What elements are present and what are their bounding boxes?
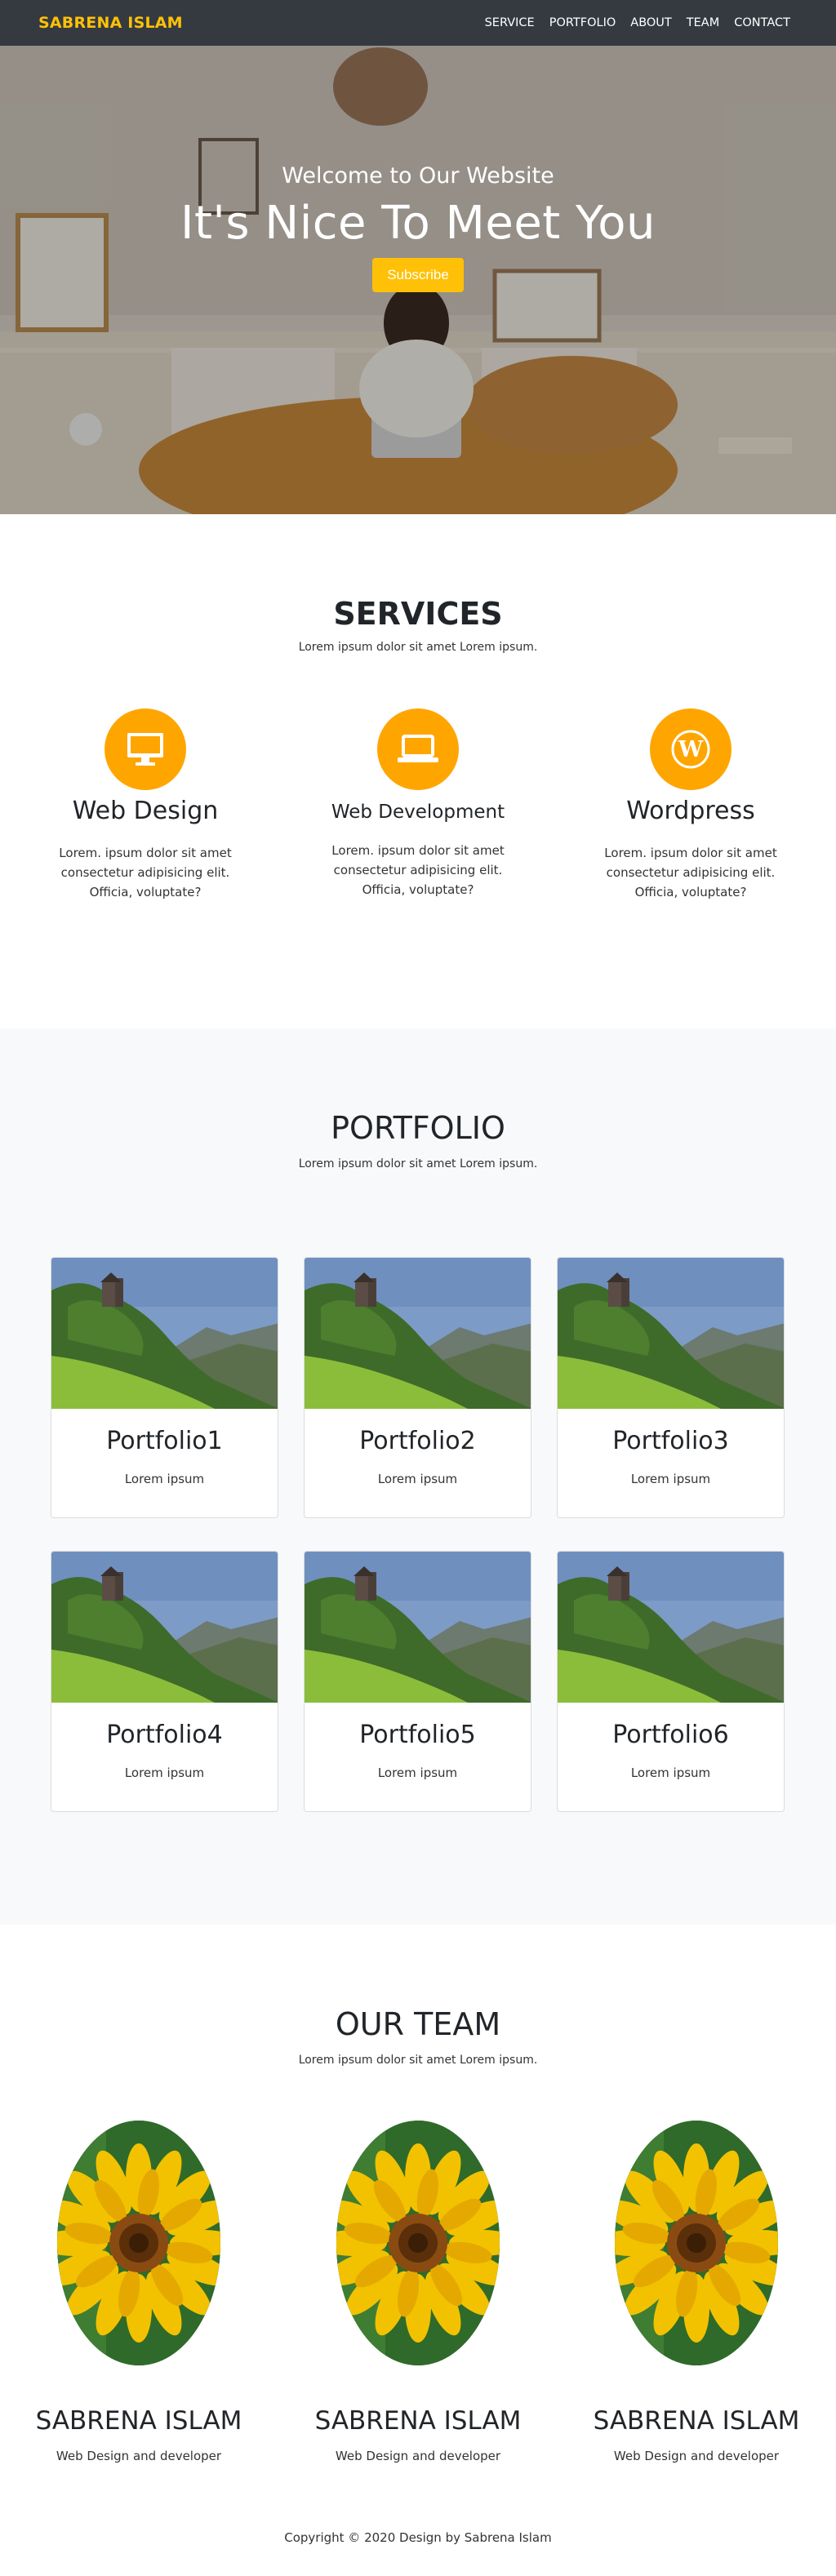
portfolio-card-text: Lorem ipsum (124, 1472, 205, 1486)
portfolio-card[interactable]: Portfolio6 Lorem ipsum (557, 1551, 785, 1812)
portfolio-card[interactable]: Portfolio1 Lorem ipsum (51, 1257, 278, 1518)
brand-logo[interactable]: SABRENA ISLAM (38, 14, 183, 32)
team-member: SABRENA ISLAM Web Design and developer (296, 2121, 540, 2463)
laptop-icon (377, 708, 459, 790)
svg-text:W: W (678, 737, 704, 762)
services-title: SERVICES (333, 596, 503, 632)
portfolio-image (558, 1258, 785, 1409)
hero-title: It's Nice To Meet You (180, 197, 656, 250)
service-title: Wordpress (626, 797, 755, 825)
portfolio-subtitle: Lorem ipsum dolor sit amet Lorem ipsum. (298, 1157, 538, 1170)
service-item: Web Development Lorem. ipsum dolor sit a… (311, 708, 525, 902)
portfolio-card-text: Lorem ipsum (124, 1765, 205, 1780)
member-photo (615, 2121, 778, 2365)
team-member: SABRENA ISLAM Web Design and developer (574, 2121, 819, 2463)
portfolio-card-title: Portfolio4 (106, 1721, 223, 1749)
portfolio-image (558, 1552, 785, 1703)
nav-link-contact[interactable]: CONTACT (734, 16, 790, 29)
services-subtitle: Lorem ipsum dolor sit amet Lorem ipsum. (298, 641, 538, 654)
portfolio-card-text: Lorem ipsum (377, 1472, 458, 1486)
portfolio-image (51, 1258, 278, 1409)
portfolio-card-text: Lorem ipsum (630, 1765, 711, 1780)
service-title: Web Development (331, 802, 505, 823)
portfolio-image (305, 1552, 531, 1703)
portfolio-card-title: Portfolio6 (612, 1721, 729, 1749)
service-text: Lorem. ipsum dolor sit amet consectetur … (331, 843, 505, 897)
portfolio-section: PORTFOLIO Lorem ipsum dolor sit amet Lor… (0, 1028, 836, 1925)
nav-link-portfolio[interactable]: PORTFOLIO (549, 16, 616, 29)
wordpress-icon: W (650, 708, 732, 790)
member-name: SABRENA ISLAM (593, 2406, 800, 2436)
service-text: Lorem. ipsum dolor sit amet consectetur … (59, 846, 232, 899)
portfolio-card-text: Lorem ipsum (630, 1472, 711, 1486)
nav-links: SERVICE PORTFOLIO ABOUT TEAM CONTACT (485, 16, 790, 29)
portfolio-card-text: Lorem ipsum (377, 1765, 458, 1780)
member-name: SABRENA ISLAM (35, 2406, 242, 2436)
hero-content: Welcome to Our Website It's Nice To Meet… (0, 163, 836, 292)
member-role: Web Design and developer (56, 2449, 222, 2463)
member-role: Web Design and developer (613, 2449, 780, 2463)
portfolio-card[interactable]: Portfolio4 Lorem ipsum (51, 1551, 278, 1812)
portfolio-card[interactable]: Portfolio3 Lorem ipsum (557, 1257, 785, 1518)
team-title: OUR TEAM (335, 2006, 501, 2042)
service-item: W Wordpress Lorem. ipsum dolor sit amet … (584, 708, 798, 902)
team-subtitle: Lorem ipsum dolor sit amet Lorem ipsum. (298, 2054, 538, 2067)
hero-section: Welcome to Our Website It's Nice To Meet… (0, 46, 836, 514)
portfolio-card-title: Portfolio5 (359, 1721, 476, 1749)
member-photo (57, 2121, 220, 2365)
member-photo (336, 2121, 500, 2365)
portfolio-image (305, 1258, 531, 1409)
service-text: Lorem. ipsum dolor sit amet consectetur … (604, 846, 777, 899)
nav-link-about[interactable]: ABOUT (630, 16, 672, 29)
portfolio-card-title: Portfolio3 (612, 1427, 729, 1455)
subscribe-button[interactable]: Subscribe (372, 258, 464, 292)
portfolio-grid: Portfolio1 Lorem ipsum Portfolio2 Lorem … (51, 1257, 785, 1812)
hero-subtitle: Welcome to Our Website (282, 163, 554, 189)
portfolio-card-title: Portfolio2 (359, 1427, 476, 1455)
team-member: SABRENA ISLAM Web Design and developer (16, 2121, 261, 2463)
portfolio-card-title: Portfolio1 (106, 1427, 223, 1455)
portfolio-image (51, 1552, 278, 1703)
services-section: SERVICES Lorem ipsum dolor sit amet Lore… (0, 514, 836, 1028)
services-list: Web Design Lorem. ipsum dolor sit amet c… (38, 708, 798, 902)
nav-link-team[interactable]: TEAM (687, 16, 719, 29)
navbar: SABRENA ISLAM SERVICE PORTFOLIO ABOUT TE… (0, 0, 836, 46)
portfolio-card[interactable]: Portfolio5 Lorem ipsum (304, 1551, 531, 1812)
team-section: OUR TEAM Lorem ipsum dolor sit amet Lore… (0, 1925, 836, 2576)
nav-link-service[interactable]: SERVICE (485, 16, 535, 29)
service-item: Web Design Lorem. ipsum dolor sit amet c… (38, 708, 252, 902)
member-role: Web Design and developer (335, 2449, 501, 2463)
member-name: SABRENA ISLAM (314, 2406, 522, 2436)
service-title: Web Design (72, 797, 219, 825)
desktop-icon (104, 708, 186, 790)
footer-copyright: Copyright © 2020 Design by Sabrena Islam (284, 2530, 552, 2545)
portfolio-card[interactable]: Portfolio2 Lorem ipsum (304, 1257, 531, 1518)
portfolio-title: PORTFOLIO (331, 1110, 505, 1146)
